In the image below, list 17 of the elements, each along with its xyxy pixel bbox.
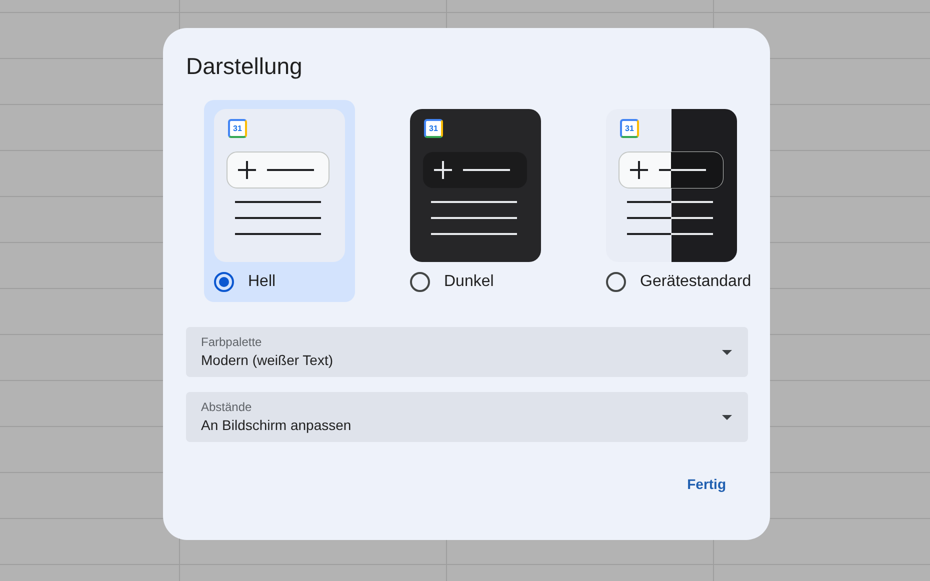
theme-label: Hell <box>248 273 276 291</box>
done-button[interactable]: Fertig <box>677 470 736 498</box>
theme-option[interactable]: 31 Dunkel <box>400 100 551 302</box>
theme-option[interactable]: 31 Hell <box>204 100 355 302</box>
dialog-title: Darstellung <box>186 52 304 81</box>
radio-button[interactable] <box>410 272 430 292</box>
dropdown-field[interactable]: Farbpalette Modern (weißer Text) <box>186 327 748 377</box>
radio-button[interactable] <box>606 272 626 292</box>
radio-button[interactable] <box>214 272 234 292</box>
caret-icon <box>722 414 732 420</box>
theme-label: Dunkel <box>444 273 494 291</box>
calendar-icon: 31 <box>228 119 247 138</box>
calendar-icon: 31 <box>620 119 639 138</box>
theme-label: Gerätestandard <box>640 273 752 291</box>
dropdown-field[interactable]: Abstände An Bildschirm anpassen <box>186 392 748 442</box>
calendar-icon: 31 <box>424 119 443 138</box>
caret-icon <box>722 350 732 354</box>
